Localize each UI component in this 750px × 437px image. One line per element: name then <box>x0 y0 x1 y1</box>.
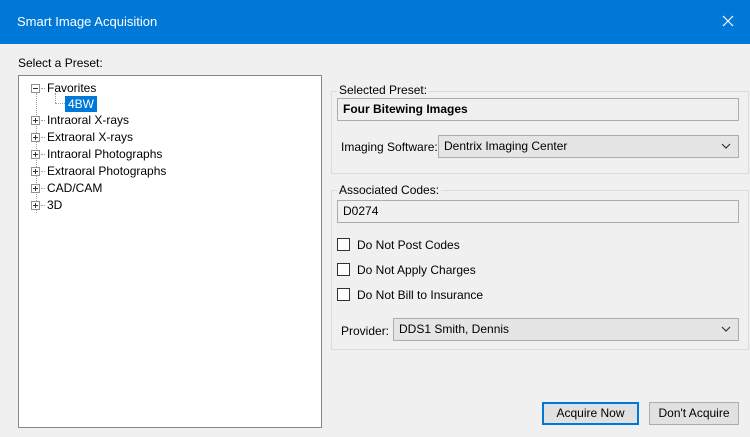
selected-preset-name: Four Bitewing Images <box>343 102 468 116</box>
tree-connector <box>41 120 45 121</box>
dont-acquire-button[interactable]: Don't Acquire <box>649 402 739 425</box>
do-not-apply-charges-checkbox[interactable]: Do Not Apply Charges <box>337 262 557 278</box>
checkbox-box[interactable] <box>337 238 350 251</box>
tree-node-label: Favorites <box>47 81 97 95</box>
tree-node-label: Extraoral X-rays <box>47 130 134 144</box>
tree-connector <box>41 154 45 155</box>
checkbox-label: Do Not Post Codes <box>357 238 460 252</box>
do-not-post-codes-checkbox[interactable]: Do Not Post Codes <box>337 237 557 253</box>
tree-node-label: Extraoral Photographs <box>47 164 167 178</box>
close-icon <box>722 15 734 27</box>
associated-codes-value: D0274 <box>343 204 379 218</box>
checkbox-label: Do Not Bill to Insurance <box>357 288 484 302</box>
tree-connector <box>41 88 45 89</box>
associated-codes-field: D0274 <box>337 200 739 223</box>
associated-codes-group-title: Associated Codes: <box>337 183 442 197</box>
imaging-software-label: Imaging Software: <box>341 140 438 154</box>
provider-value: DDS1 Smith, Dennis <box>399 322 510 336</box>
tree-node-label: Intraoral X-rays <box>47 113 130 127</box>
title-bar: Smart Image Acquisition <box>0 0 750 44</box>
tree-node-label: Intraoral Photographs <box>47 147 163 161</box>
select-preset-label: Select a Preset: <box>18 56 103 70</box>
acquire-now-button[interactable]: Acquire Now <box>542 402 639 425</box>
imaging-software-value: Dentrix Imaging Center <box>444 139 568 153</box>
chevron-down-icon <box>721 326 731 332</box>
tree-connector <box>41 205 45 206</box>
selected-preset-group-title: Selected Preset: <box>337 83 430 97</box>
expand-icon[interactable] <box>31 150 40 159</box>
smart-image-acquisition-dialog: Smart Image Acquisition Select a Preset:… <box>0 0 750 437</box>
close-button[interactable] <box>706 0 750 44</box>
window-title: Smart Image Acquisition <box>17 14 158 29</box>
expand-icon[interactable] <box>31 116 40 125</box>
checkbox-label: Do Not Apply Charges <box>357 263 476 277</box>
tree-connector <box>41 137 45 138</box>
tree-connector <box>41 171 45 172</box>
collapse-icon[interactable] <box>31 84 40 93</box>
imaging-software-dropdown[interactable]: Dentrix Imaging Center <box>438 135 739 158</box>
tree-node-label: 3D <box>47 198 63 212</box>
provider-dropdown[interactable]: DDS1 Smith, Dennis <box>393 318 739 341</box>
expand-icon[interactable] <box>31 201 40 210</box>
do-not-bill-insurance-checkbox[interactable]: Do Not Bill to Insurance <box>337 287 557 303</box>
expand-icon[interactable] <box>31 184 40 193</box>
checkbox-box[interactable] <box>337 263 350 276</box>
expand-icon[interactable] <box>31 167 40 176</box>
selected-preset-name-field: Four Bitewing Images <box>337 98 739 121</box>
tree-connector <box>41 188 45 189</box>
tree-connector <box>55 103 65 104</box>
preset-tree[interactable]: Favorites 4BW Intraoral X-rays Extraoral… <box>18 75 322 428</box>
expand-icon[interactable] <box>31 133 40 142</box>
chevron-down-icon <box>721 143 731 149</box>
tree-node-label: CAD/CAM <box>47 181 103 195</box>
provider-label: Provider: <box>341 324 390 338</box>
checkbox-box[interactable] <box>337 288 350 301</box>
tree-node-label: 4BW <box>65 96 98 112</box>
